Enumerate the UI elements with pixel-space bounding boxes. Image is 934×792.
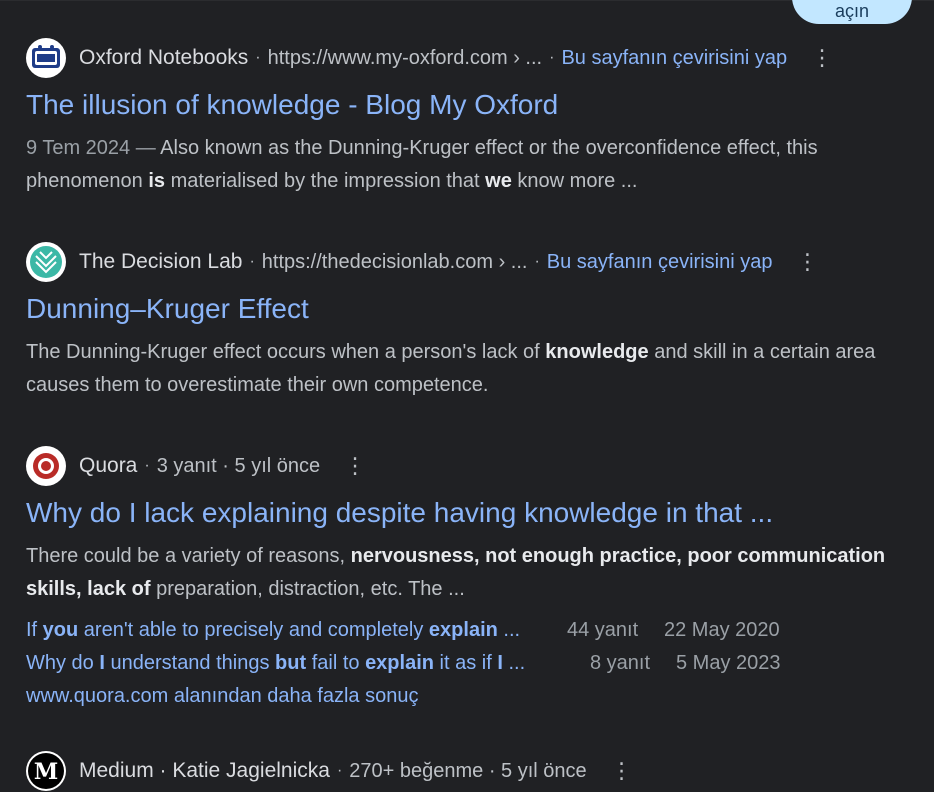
translate-link[interactable]: Bu sayfanın çevirisini yap — [547, 251, 773, 274]
text-run: There could be a variety of reasons, — [26, 545, 351, 567]
text-run: Why do — [26, 652, 100, 674]
text-run: ... — [497, 619, 521, 641]
snippet-text: The Dunning-Kruger effect occurs when a … — [26, 341, 875, 396]
text-run: fail to — [306, 652, 366, 674]
text-run: If — [26, 619, 43, 641]
result-source: Oxford Notebooks · https://www.my-oxford… — [26, 37, 833, 79]
result-meta: 3 yanıt · 5 yıl önce — [156, 454, 321, 477]
subresult-date: 22 May 2020 — [664, 619, 780, 641]
subresult-link[interactable]: Why do I understand things but fail to e… — [26, 647, 525, 680]
more-options-icon[interactable]: ⋮ — [611, 758, 633, 784]
separator: · — [549, 49, 555, 66]
text-run: ... — [502, 652, 526, 674]
text-run: preparation, distraction, etc. The ... — [150, 578, 465, 600]
subresult-answer-count: 8 yanıt — [590, 652, 651, 674]
more-results-link[interactable]: www.quora.com alanından daha fazla sonuç — [26, 680, 418, 713]
quora-favicon-icon[interactable] — [26, 446, 66, 486]
result-snippet: There could be a variety of reasons, ner… — [26, 540, 926, 606]
text-run: it as if — [433, 652, 498, 674]
site-name[interactable]: Oxford Notebooks — [79, 46, 248, 70]
result-meta: 270+ beğenme · 5 yıl önce — [349, 759, 587, 782]
subresult-date: 5 May 2023 — [676, 652, 781, 674]
more-options-icon[interactable]: ⋮ — [811, 45, 833, 71]
bold-text: explain — [365, 652, 434, 674]
subresult-link[interactable]: If you aren't able to precisely and comp… — [26, 614, 520, 647]
site-name[interactable]: Medium · Katie Jagielnicka — [79, 759, 330, 783]
snippet-text: There could be a variety of reasons, ner… — [26, 545, 885, 600]
more-options-icon[interactable]: ⋮ — [796, 249, 818, 275]
separator: · — [336, 762, 343, 779]
separator: · — [249, 253, 255, 270]
more-options-icon[interactable]: ⋮ — [344, 453, 366, 479]
decision-lab-favicon-icon[interactable] — [26, 242, 66, 282]
separator: · — [255, 49, 261, 66]
text-run: materialised by the impression that — [165, 170, 486, 192]
text-run: The Dunning-Kruger effect occurs when a … — [26, 341, 546, 363]
result-url[interactable]: https://www.my-oxford.com › ... — [268, 47, 543, 70]
result-title[interactable]: Why do I lack explaining despite having … — [26, 497, 773, 529]
site-name[interactable]: The Decision Lab — [79, 250, 242, 274]
site-name[interactable]: Quora — [79, 454, 137, 478]
bold-text: you — [42, 619, 79, 641]
svg-text:M: M — [34, 759, 58, 785]
result-url[interactable]: https://thedecisionlab.com › ... — [262, 251, 528, 274]
subresult-row: Why do I understand things but fail to e… — [26, 647, 926, 680]
subresult-answer-count: 44 yanıt — [567, 619, 639, 641]
bold-text: is — [148, 170, 166, 192]
separator: · — [144, 457, 150, 474]
bold-text: we — [485, 170, 512, 192]
result-title[interactable]: Dunning–Kruger Effect — [26, 293, 309, 325]
result-snippet: 9 Tem 2024 — Also known as the Dunning-K… — [26, 132, 926, 198]
bold-text: explain — [428, 619, 498, 641]
result-source: M Medium · Katie Jagielnicka · 270+ beğe… — [26, 750, 633, 792]
subresult-row: If you aren't able to precisely and comp… — [26, 614, 926, 647]
text-run: know more ... — [511, 170, 638, 192]
separator: · — [534, 253, 540, 270]
oxford-favicon-icon[interactable] — [26, 38, 66, 78]
translate-link[interactable]: Bu sayfanın çevirisini yap — [561, 47, 787, 70]
result-date: 9 Tem 2024 — — [26, 137, 156, 159]
result-source: The Decision Lab · https://thedecisionla… — [26, 241, 818, 283]
result-snippet: The Dunning-Kruger effect occurs when a … — [26, 336, 926, 402]
bold-text: knowledge — [545, 341, 649, 363]
bold-text: but — [275, 652, 307, 674]
text-run: aren't able to precisely and completely — [78, 619, 429, 641]
result-title[interactable]: The illusion of knowledge - Blog My Oxfo… — [26, 89, 558, 121]
medium-favicon-icon[interactable]: M — [26, 751, 66, 791]
top-pill-button[interactable]: açın — [792, 0, 912, 24]
result-source: Quora · 3 yanıt · 5 yıl önce ⋮ — [26, 445, 366, 487]
text-run: understand things — [104, 652, 276, 674]
